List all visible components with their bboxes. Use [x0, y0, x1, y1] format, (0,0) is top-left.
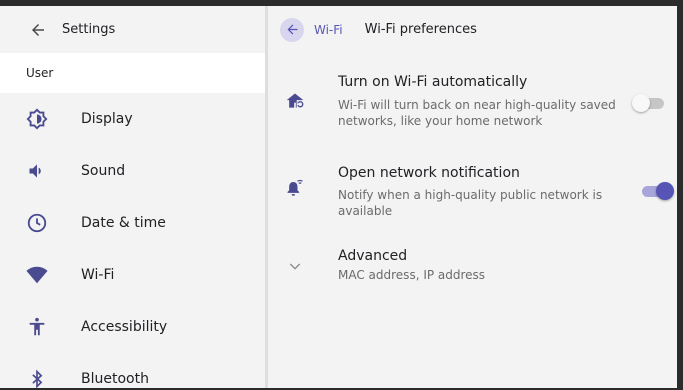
breadcrumb-wifi[interactable]: Wi-Fi [314, 23, 343, 37]
nav-item-sound[interactable]: Sound [0, 145, 265, 197]
settings-nav-pane: Settings User Display Sound Date & time … [0, 6, 265, 388]
nav-title: Settings [62, 22, 116, 37]
clock-icon [25, 211, 49, 235]
pref-summary: Wi-Fi will turn back on near high-qualit… [338, 98, 616, 128]
nav-item-date-time[interactable]: Date & time [0, 197, 265, 249]
back-button[interactable] [18, 10, 58, 50]
nav-label-bluetooth: Bluetooth [81, 371, 149, 387]
pref-turn-on-wifi-automatically[interactable]: Turn on Wi-Fi automatically Wi-Fi will t… [268, 70, 677, 132]
pref-title: Turn on Wi-Fi automatically [338, 74, 528, 90]
nav-header: Settings [0, 6, 265, 53]
pref-open-network-notification[interactable]: Open network notification Notify when a … [268, 159, 677, 219]
screen-bezel [677, 0, 683, 390]
nav-item-display[interactable]: Display [0, 93, 265, 145]
nav-label-sound: Sound [81, 163, 126, 179]
detail-header: Wi-Fi Wi-Fi preferences [268, 6, 677, 53]
back-arrow-icon [287, 24, 297, 35]
pref-title: Advanced [338, 248, 408, 264]
pref-title: Open network notification [338, 165, 520, 181]
pref-summary: MAC address, IP address [338, 268, 486, 282]
nav-item-bluetooth[interactable]: Bluetooth [0, 353, 265, 388]
nav-label-accessibility: Accessibility [81, 319, 168, 335]
auto-wifi-toggle[interactable] [632, 94, 666, 112]
nav-label-wifi: Wi-Fi [81, 267, 115, 283]
chevron-down-icon [284, 255, 306, 277]
display-icon [25, 107, 49, 131]
wifi-preferences-pane: Wi-Fi Wi-Fi preferences Turn on Wi-Fi au… [268, 6, 677, 388]
nav-item-wifi[interactable]: Wi-Fi [0, 249, 265, 301]
settings-screen: Settings User Display Sound Date & time … [0, 6, 677, 388]
notification-wifi-icon [284, 176, 306, 198]
accessibility-icon [25, 315, 49, 339]
bluetooth-icon [25, 367, 49, 388]
nav-label-display: Display [81, 111, 133, 127]
user-section-header[interactable]: User [0, 53, 265, 93]
back-arrow-icon [32, 23, 44, 36]
page-title: Wi-Fi preferences [364, 22, 477, 37]
nav-item-accessibility[interactable]: Accessibility [0, 301, 265, 353]
user-label: User [26, 66, 54, 80]
settings-nav-list: Display Sound Date & time Wi-Fi Accessib… [0, 93, 265, 388]
pref-summary: Notify when a high-quality public networ… [338, 188, 603, 218]
home-wifi-auto-icon [284, 90, 306, 112]
open-network-notification-toggle[interactable] [640, 182, 674, 200]
detail-back-button[interactable] [280, 17, 304, 42]
wifi-icon [25, 263, 49, 287]
volume-icon [25, 159, 49, 183]
pref-advanced[interactable]: Advanced MAC address, IP address [268, 246, 677, 286]
nav-label-date-time: Date & time [81, 215, 166, 231]
